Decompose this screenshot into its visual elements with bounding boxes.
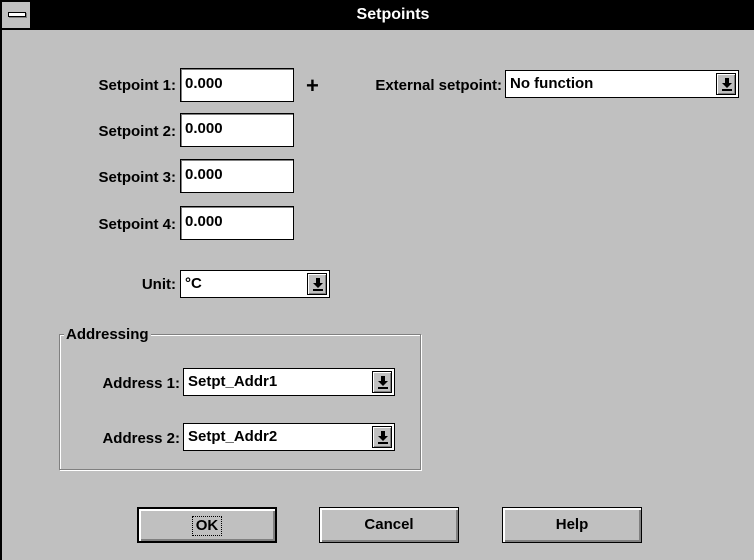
- setpoint-4-input[interactable]: 0.000: [180, 206, 294, 240]
- cancel-button[interactable]: Cancel: [319, 507, 459, 543]
- addressing-group-title: Addressing: [64, 326, 151, 344]
- setpoint-1-label: Setpoint 1:: [98, 77, 177, 94]
- address-1-label: Address 1:: [102, 375, 180, 392]
- plus-sign: +: [306, 73, 319, 98]
- address-2-dropdown-button[interactable]: [372, 426, 392, 448]
- setpoint-2-label: Setpoint 2:: [98, 123, 177, 140]
- address-1-value: Setpt_Addr1: [188, 373, 278, 390]
- setpoint-1-input[interactable]: 0.000: [180, 68, 294, 102]
- cancel-button-label: Cancel: [364, 516, 414, 533]
- setpoint-3-input[interactable]: 0.000: [180, 159, 294, 193]
- setpoint-3-label: Setpoint 3:: [98, 169, 177, 186]
- system-menu-icon: [8, 12, 26, 17]
- address-1-dropdown[interactable]: Setpt_Addr1: [183, 368, 395, 396]
- address-2-label: Address 2:: [102, 430, 180, 447]
- external-setpoint-value: No function: [510, 75, 594, 92]
- title-bar[interactable]: Setpoints: [2, 2, 754, 30]
- address-2-dropdown[interactable]: Setpt_Addr2: [183, 423, 395, 451]
- setpoint-2-input[interactable]: 0.000: [180, 113, 294, 147]
- external-setpoint-label: External setpoint:: [375, 77, 502, 94]
- external-setpoint-dropdown[interactable]: No function: [505, 70, 739, 98]
- address-1-dropdown-button[interactable]: [372, 371, 392, 393]
- help-button[interactable]: Help: [502, 507, 642, 543]
- chevron-down-icon: [378, 376, 388, 389]
- help-button-label: Help: [555, 516, 589, 533]
- ok-button-label: OK: [191, 516, 223, 536]
- window-title: Setpoints: [356, 6, 430, 23]
- setpoint-4-label: Setpoint 4:: [98, 216, 177, 233]
- setpoints-dialog: Setpoints Setpoint 1: 0.000 Setpoint 2: …: [0, 0, 754, 560]
- unit-dropdown[interactable]: °C: [180, 270, 330, 298]
- chevron-down-icon: [378, 431, 388, 444]
- system-menu-button[interactable]: [2, 2, 32, 28]
- address-2-value: Setpt_Addr2: [188, 428, 278, 445]
- ok-button[interactable]: OK: [137, 507, 277, 543]
- unit-label: Unit:: [141, 276, 176, 293]
- unit-value: °C: [185, 275, 202, 292]
- chevron-down-icon: [313, 278, 323, 291]
- external-setpoint-dropdown-button[interactable]: [716, 73, 736, 95]
- chevron-down-icon: [722, 78, 732, 91]
- unit-dropdown-button[interactable]: [307, 273, 327, 295]
